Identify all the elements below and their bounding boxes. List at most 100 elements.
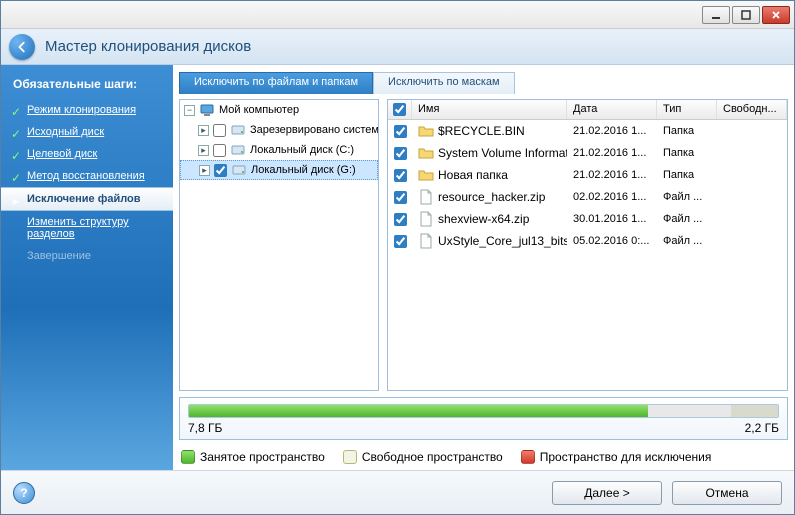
col-free[interactable]: Свободн...: [717, 100, 787, 119]
sidebar-item[interactable]: Целевой диск: [1, 143, 173, 165]
cell-name: resource_hacker.zip: [412, 186, 567, 208]
cell-free: [717, 128, 787, 134]
minimize-button[interactable]: [702, 6, 730, 24]
col-type[interactable]: Тип: [657, 100, 717, 119]
step-status-icon: [11, 149, 21, 159]
expand-icon[interactable]: ▸: [199, 165, 210, 176]
sidebar: Обязательные шаги: Режим клонирования Исх…: [1, 65, 173, 470]
step-status-icon: [11, 105, 21, 115]
cell-date: 21.02.2016 1...: [567, 166, 657, 184]
cell-name: System Volume Information: [412, 142, 567, 164]
row-checkbox[interactable]: [394, 213, 407, 226]
col-checkbox[interactable]: [388, 100, 412, 119]
legend-used: Занятое пространство: [181, 450, 325, 464]
tree-item[interactable]: ▸ Локальный диск (G:): [180, 160, 378, 180]
sidebar-item[interactable]: Исходный диск: [1, 121, 173, 143]
cancel-button[interactable]: Отмена: [672, 481, 782, 505]
list-row[interactable]: UxStyle_Core_jul13_bits.zip 05.02.2016 0…: [388, 230, 787, 252]
step-status-icon: [11, 127, 21, 137]
list-row[interactable]: Новая папка 21.02.2016 1... Папка: [388, 164, 787, 186]
tab-exclude-by-masks[interactable]: Исключить по маскам: [373, 72, 515, 94]
help-button[interactable]: ?: [13, 482, 35, 504]
sidebar-item-label: Завершение: [27, 250, 91, 262]
col-name[interactable]: Имя: [412, 100, 567, 119]
tab-exclude-by-files[interactable]: Исключить по файлам и папкам: [179, 72, 373, 94]
tree-label: Локальный диск (G:): [251, 164, 356, 176]
swatch-excluded-icon: [521, 450, 535, 464]
cell-free: [717, 216, 787, 222]
tree-label: Мой компьютер: [219, 104, 299, 116]
cell-type: Файл ...: [657, 188, 717, 206]
list-row[interactable]: $RECYCLE.BIN 21.02.2016 1... Папка: [388, 120, 787, 142]
cell-type: Папка: [657, 122, 717, 140]
select-all-checkbox[interactable]: [393, 103, 406, 116]
cell-date: 05.02.2016 0:...: [567, 232, 657, 250]
tree-checkbox[interactable]: [213, 124, 226, 137]
page-title: Мастер клонирования дисков: [45, 38, 251, 55]
folder-icon: [418, 145, 434, 161]
cell-date: 02.02.2016 1...: [567, 188, 657, 206]
cell-free: [717, 172, 787, 178]
list-row[interactable]: System Volume Information 21.02.2016 1..…: [388, 142, 787, 164]
sidebar-item[interactable]: Изменить структуру разделов: [1, 211, 173, 245]
sidebar-item[interactable]: Исключение файлов: [1, 187, 173, 211]
step-status-icon: [11, 171, 21, 181]
row-checkbox[interactable]: [394, 235, 407, 248]
expand-icon[interactable]: ▸: [198, 145, 209, 156]
cell-name: Новая папка: [412, 164, 567, 186]
tree-checkbox[interactable]: [213, 144, 226, 157]
computer-icon: [199, 102, 215, 118]
folder-icon: [418, 167, 434, 183]
file-list[interactable]: Имя Дата Тип Свободн... $RECYCLE.BIN 21.…: [387, 99, 788, 391]
row-checkbox[interactable]: [394, 169, 407, 182]
expand-icon[interactable]: ▸: [198, 125, 209, 136]
tree-checkbox[interactable]: [214, 164, 227, 177]
back-button[interactable]: [9, 34, 35, 60]
row-checkbox[interactable]: [394, 147, 407, 160]
tree-root[interactable]: − Мой компьютер: [180, 100, 378, 120]
step-status-icon: [11, 251, 21, 261]
header: Мастер клонирования дисков: [1, 29, 794, 65]
cell-type: Папка: [657, 166, 717, 184]
file-icon: [418, 211, 434, 227]
sidebar-item[interactable]: Режим клонирования: [1, 99, 173, 121]
tree-item[interactable]: ▸ Локальный диск (C:): [180, 140, 378, 160]
collapse-icon[interactable]: −: [184, 105, 195, 116]
sidebar-item-label: Метод восстановления: [27, 170, 145, 182]
sidebar-item-label: Режим клонирования: [27, 104, 136, 116]
legend: Занятое пространство Свободное пространс…: [179, 446, 788, 464]
swatch-used-icon: [181, 450, 195, 464]
list-header: Имя Дата Тип Свободн...: [388, 100, 787, 120]
body: Обязательные шаги: Режим клонирования Исх…: [1, 65, 794, 470]
step-status-icon: [11, 223, 21, 233]
cell-type: Папка: [657, 144, 717, 162]
cell-free: [717, 150, 787, 156]
cell-name: $RECYCLE.BIN: [412, 120, 567, 142]
file-icon: [418, 233, 434, 249]
tab-bar: Исключить по файлам и папкам Исключить п…: [179, 71, 788, 93]
cell-date: 21.02.2016 1...: [567, 144, 657, 162]
next-button[interactable]: Далее >: [552, 481, 662, 505]
maximize-button[interactable]: [732, 6, 760, 24]
legend-free: Свободное пространство: [343, 450, 503, 464]
row-checkbox[interactable]: [394, 191, 407, 204]
app-window: Мастер клонирования дисков Обязательные …: [0, 0, 795, 515]
progress-slack: [731, 405, 778, 417]
cell-type: Файл ...: [657, 232, 717, 250]
arrow-left-icon: [15, 40, 29, 54]
sidebar-item: Завершение: [1, 245, 173, 267]
tree-item[interactable]: ▸ Зарезервировано системой (?): [180, 120, 378, 140]
cell-date: 30.01.2016 1...: [567, 210, 657, 228]
cell-free: [717, 238, 787, 244]
progress-used: [189, 405, 648, 417]
list-row[interactable]: shexview-x64.zip 30.01.2016 1... Файл ..…: [388, 208, 787, 230]
sidebar-item[interactable]: Метод восстановления: [1, 165, 173, 187]
row-checkbox[interactable]: [394, 125, 407, 138]
sidebar-header: Обязательные шаги:: [1, 73, 173, 99]
sidebar-item-label: Изменить структуру разделов: [27, 216, 165, 240]
list-row[interactable]: resource_hacker.zip 02.02.2016 1... Файл…: [388, 186, 787, 208]
folder-tree[interactable]: − Мой компьютер ▸ Зарезервировано систем…: [179, 99, 379, 391]
col-date[interactable]: Дата: [567, 100, 657, 119]
close-button[interactable]: [762, 6, 790, 24]
main-panel: Исключить по файлам и папкам Исключить п…: [173, 65, 794, 470]
